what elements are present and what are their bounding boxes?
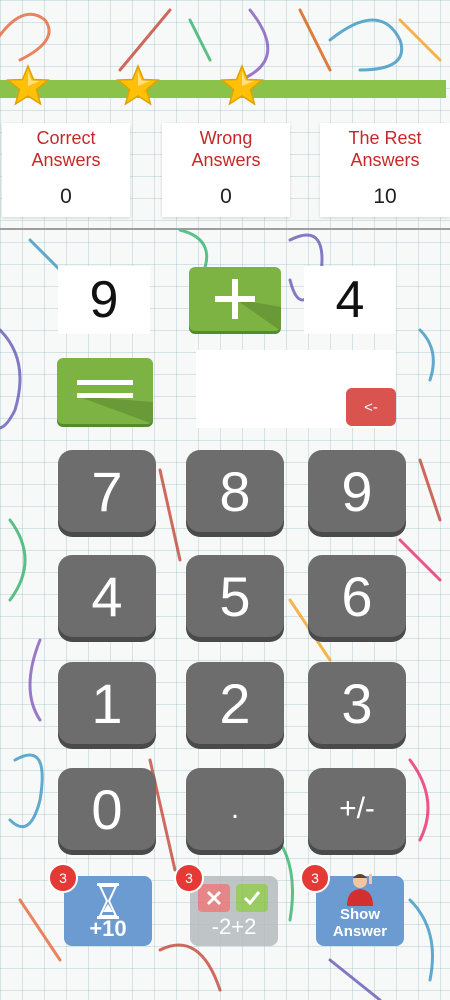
operand-1: 9	[58, 266, 150, 334]
extra-time-button[interactable]: +10	[64, 876, 152, 946]
rest-answers-card: The Rest Answers 10	[320, 123, 450, 217]
person-icon	[347, 874, 373, 906]
hourglass-icon	[97, 883, 119, 919]
key-decimal[interactable]: .	[186, 768, 284, 850]
correct-label-line1: Correct	[36, 128, 96, 148]
wrong-answers-card: Wrong Answers 0	[162, 123, 290, 217]
plus-icon	[215, 279, 281, 331]
correct-label-line2: Answers	[31, 150, 101, 170]
show-answer-line2: Answer	[332, 923, 388, 940]
operand-2: 4	[304, 266, 396, 334]
remove-options-button[interactable]: -2 +2	[190, 876, 278, 946]
plus-two-label: +2	[231, 914, 257, 939]
rest-label-line2: Answers	[350, 150, 420, 170]
star-icon	[219, 64, 265, 108]
key-0[interactable]: 0	[58, 768, 156, 850]
key-plus-minus[interactable]: +/-	[308, 768, 406, 850]
operator-button[interactable]	[189, 267, 281, 331]
minus-two-label: -2	[211, 914, 232, 939]
extra-time-badge: 3	[48, 863, 78, 893]
wrong-label-line1: Wrong	[199, 128, 253, 148]
check-icon	[236, 884, 268, 912]
key-7[interactable]: 7	[58, 450, 156, 532]
remove-options-badge: 3	[174, 863, 204, 893]
star-icon	[115, 64, 161, 108]
equals-button[interactable]	[57, 358, 153, 424]
progress-bar	[0, 64, 450, 106]
key-9[interactable]: 9	[308, 450, 406, 532]
equals-icon	[77, 380, 153, 424]
key-4[interactable]: 4	[58, 555, 156, 637]
key-3[interactable]: 3	[308, 662, 406, 744]
show-answer-button[interactable]: Show Answer	[316, 874, 404, 946]
divider	[0, 228, 450, 230]
rest-count: 10	[373, 185, 397, 208]
rest-label-line1: The Rest	[348, 128, 422, 148]
wrong-label-line2: Answers	[191, 150, 261, 170]
x-icon	[198, 884, 230, 912]
show-answer-line1: Show	[340, 906, 380, 923]
correct-count: 0	[60, 185, 72, 208]
key-8[interactable]: 8	[186, 450, 284, 532]
show-answer-badge: 3	[300, 863, 330, 893]
key-6[interactable]: 6	[308, 555, 406, 637]
key-1[interactable]: 1	[58, 662, 156, 744]
backspace-button[interactable]: <-	[346, 388, 396, 426]
star-icon	[5, 64, 51, 108]
key-5[interactable]: 5	[186, 555, 284, 637]
correct-answers-card: Correct Answers 0	[2, 123, 130, 217]
key-2[interactable]: 2	[186, 662, 284, 744]
wrong-count: 0	[220, 185, 232, 208]
